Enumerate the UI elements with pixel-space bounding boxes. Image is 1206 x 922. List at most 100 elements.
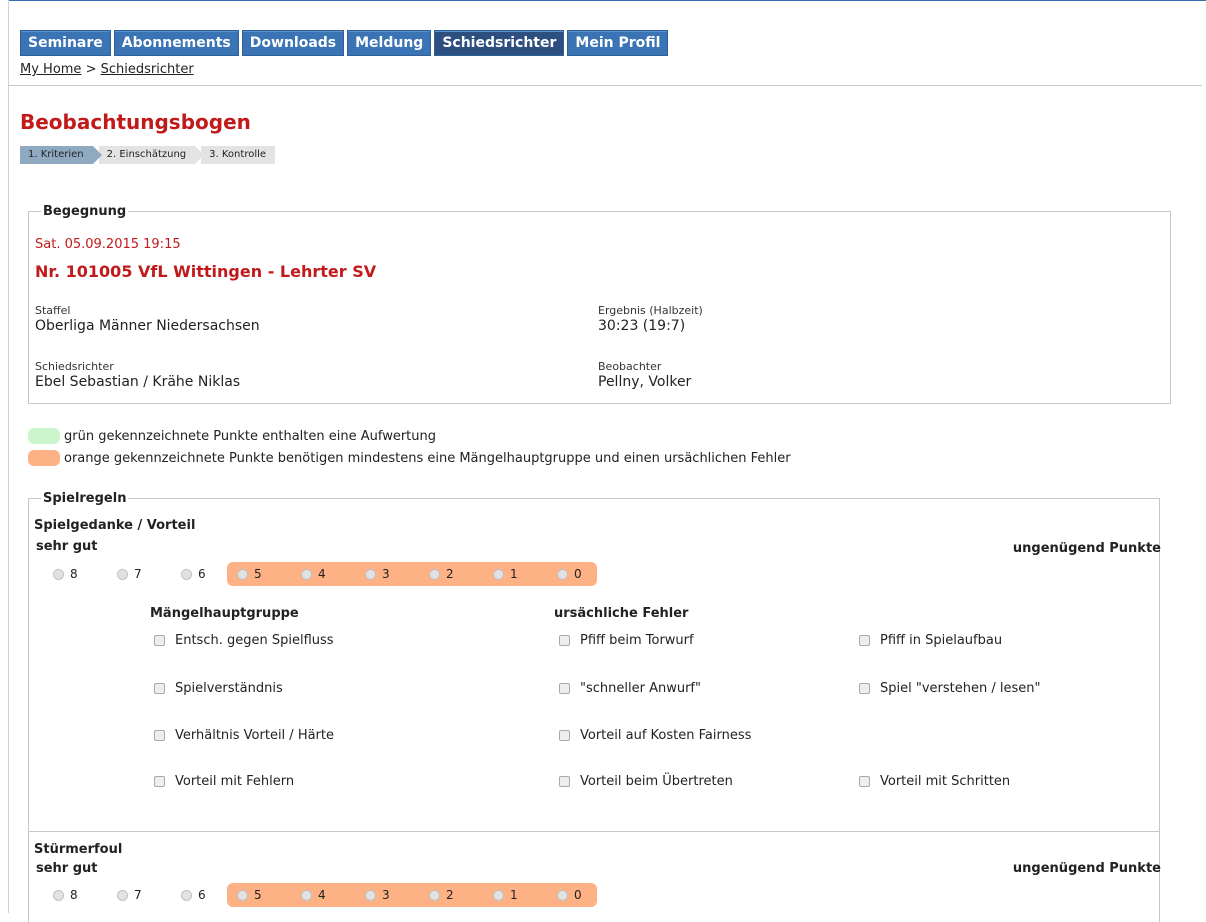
radio-label: 3 [382, 888, 390, 902]
radio-circle[interactable] [237, 889, 248, 901]
radio-circle[interactable] [301, 568, 312, 580]
radio-1[interactable]: 1 [493, 888, 557, 902]
radio-5[interactable]: 5 [237, 888, 301, 902]
radio-circle[interactable] [237, 568, 248, 580]
radio-1[interactable]: 1 [493, 567, 557, 581]
checkbox-item[interactable]: Vorteil mit Schritten [859, 774, 1010, 789]
breadcrumb-current[interactable]: Schiedsrichter [101, 62, 194, 77]
nav-seminare[interactable]: Seminare [20, 30, 111, 56]
radio-label: 1 [510, 888, 518, 902]
worst-label: ungenügend Punkte [1012, 541, 1161, 556]
staffel-label: Staffel [35, 304, 71, 317]
checkbox-item[interactable]: Pfiff in Spielaufbau [859, 633, 1002, 648]
radio-6[interactable]: 6 [181, 567, 227, 581]
radio-4[interactable]: 4 [301, 567, 365, 581]
checkbox[interactable] [154, 776, 165, 787]
step-einschaetzung[interactable]: 2. Einschätzung [98, 146, 204, 164]
checkbox[interactable] [859, 635, 870, 646]
checkbox[interactable] [859, 776, 870, 787]
radio-circle[interactable] [117, 568, 128, 580]
checkbox-label: Spiel "verstehen / lesen" [880, 681, 1041, 696]
maengel-head: Mängelhauptgruppe [150, 606, 299, 621]
spielregeln-panel: Spielregeln Spielgedanke / Vorteil sehr … [28, 491, 1161, 922]
radio-circle[interactable] [53, 568, 64, 580]
radio-circle[interactable] [429, 568, 440, 580]
radio-label: 4 [318, 567, 326, 581]
radio-4[interactable]: 4 [301, 888, 365, 902]
radio-circle[interactable] [493, 889, 504, 901]
checkbox-item[interactable]: Vorteil beim Übertreten [559, 774, 733, 789]
radio-circle[interactable] [301, 889, 312, 901]
radio-circle[interactable] [181, 568, 192, 580]
checkbox[interactable] [559, 635, 570, 646]
radio-circle[interactable] [181, 889, 192, 901]
checkbox-item[interactable]: Vorteil mit Fehlern [154, 774, 294, 789]
radio-7[interactable]: 7 [117, 567, 181, 581]
rating-group: 8 7 6 5 4 3 2 1 0 [53, 562, 597, 586]
match-date: Sat. 05.09.2015 19:15 [35, 237, 181, 252]
radio-circle[interactable] [117, 889, 128, 901]
main-nav: Seminare Abonnements Downloads Meldung S… [20, 30, 669, 56]
radio-circle[interactable] [53, 889, 64, 901]
radio-3[interactable]: 3 [365, 567, 429, 581]
radio-label: 2 [446, 567, 454, 581]
step-kriterien[interactable]: 1. Kriterien [20, 146, 102, 164]
nav-downloads[interactable]: Downloads [241, 30, 345, 56]
match-title: Nr. 101005 VfL Wittingen - Lehrter SV [35, 262, 377, 281]
legend-green: grün gekennzeichnete Punkte enthalten ei… [28, 428, 436, 444]
radio-label: 8 [70, 888, 78, 902]
checkbox-item[interactable]: "schneller Anwurf" [559, 681, 701, 696]
radio-circle[interactable] [429, 889, 440, 901]
checkbox[interactable] [559, 776, 570, 787]
nav-abonnements[interactable]: Abonnements [113, 30, 239, 56]
radio-label: 1 [510, 567, 518, 581]
radio-8[interactable]: 8 [53, 888, 117, 902]
radio-0[interactable]: 0 [557, 567, 593, 581]
checkbox-item[interactable]: Spielverständnis [154, 681, 283, 696]
checkbox-item[interactable]: Entsch. gegen Spielfluss [154, 633, 334, 648]
ergebnis-label: Ergebnis (Halbzeit) [598, 304, 703, 317]
radio-2[interactable]: 2 [429, 567, 493, 581]
radio-circle[interactable] [557, 889, 568, 901]
worst-label: ungenügend Punkte [1012, 861, 1161, 876]
beobachter-label: Beobachter [598, 360, 662, 373]
checkbox[interactable] [559, 683, 570, 694]
nav-mein-profil[interactable]: Mein Profil [567, 30, 669, 56]
checkbox[interactable] [154, 635, 165, 646]
radio-label: 6 [198, 888, 206, 902]
checkbox-item[interactable]: Spiel "verstehen / lesen" [859, 681, 1040, 696]
radio-label: 4 [318, 888, 326, 902]
nav-meldung[interactable]: Meldung [347, 30, 432, 56]
radio-circle[interactable] [557, 568, 568, 580]
begegnung-legend: Begegnung [43, 204, 127, 219]
step-kontrolle[interactable]: 3. Kontrolle [201, 146, 276, 164]
checkbox[interactable] [154, 683, 165, 694]
radio-circle[interactable] [365, 889, 376, 901]
radio-2[interactable]: 2 [429, 888, 493, 902]
radio-8[interactable]: 8 [53, 567, 117, 581]
best-label: sehr gut [36, 861, 98, 876]
checkbox[interactable] [154, 730, 165, 741]
checkbox[interactable] [559, 730, 570, 741]
checkbox-item[interactable]: Vorteil auf Kosten Fairness [559, 728, 751, 743]
radio-0[interactable]: 0 [557, 888, 593, 902]
checkbox-item[interactable]: Pfiff beim Torwurf [559, 633, 694, 648]
orange-band: 5 4 3 2 1 0 [227, 562, 597, 586]
green-swatch [28, 428, 60, 444]
orange-swatch [28, 450, 60, 466]
radio-6[interactable]: 6 [181, 888, 227, 902]
checkbox[interactable] [859, 683, 870, 694]
checkbox-item[interactable]: Verhältnis Vorteil / Härte [154, 728, 334, 743]
radio-5[interactable]: 5 [237, 567, 301, 581]
frame-left-border [8, 0, 9, 913]
radio-circle[interactable] [493, 568, 504, 580]
breadcrumb-home[interactable]: My Home [20, 62, 81, 77]
radio-3[interactable]: 3 [365, 888, 429, 902]
radio-label: 7 [134, 888, 142, 902]
radio-circle[interactable] [365, 568, 376, 580]
radio-7[interactable]: 7 [117, 888, 181, 902]
staffel-value: Oberliga Männer Niedersachsen [35, 318, 260, 334]
nav-schiedsrichter[interactable]: Schiedsrichter [434, 30, 565, 56]
schiedsrichter-label: Schiedsrichter [35, 360, 114, 373]
legend-green-text: grün gekennzeichnete Punkte enthalten ei… [64, 428, 437, 444]
